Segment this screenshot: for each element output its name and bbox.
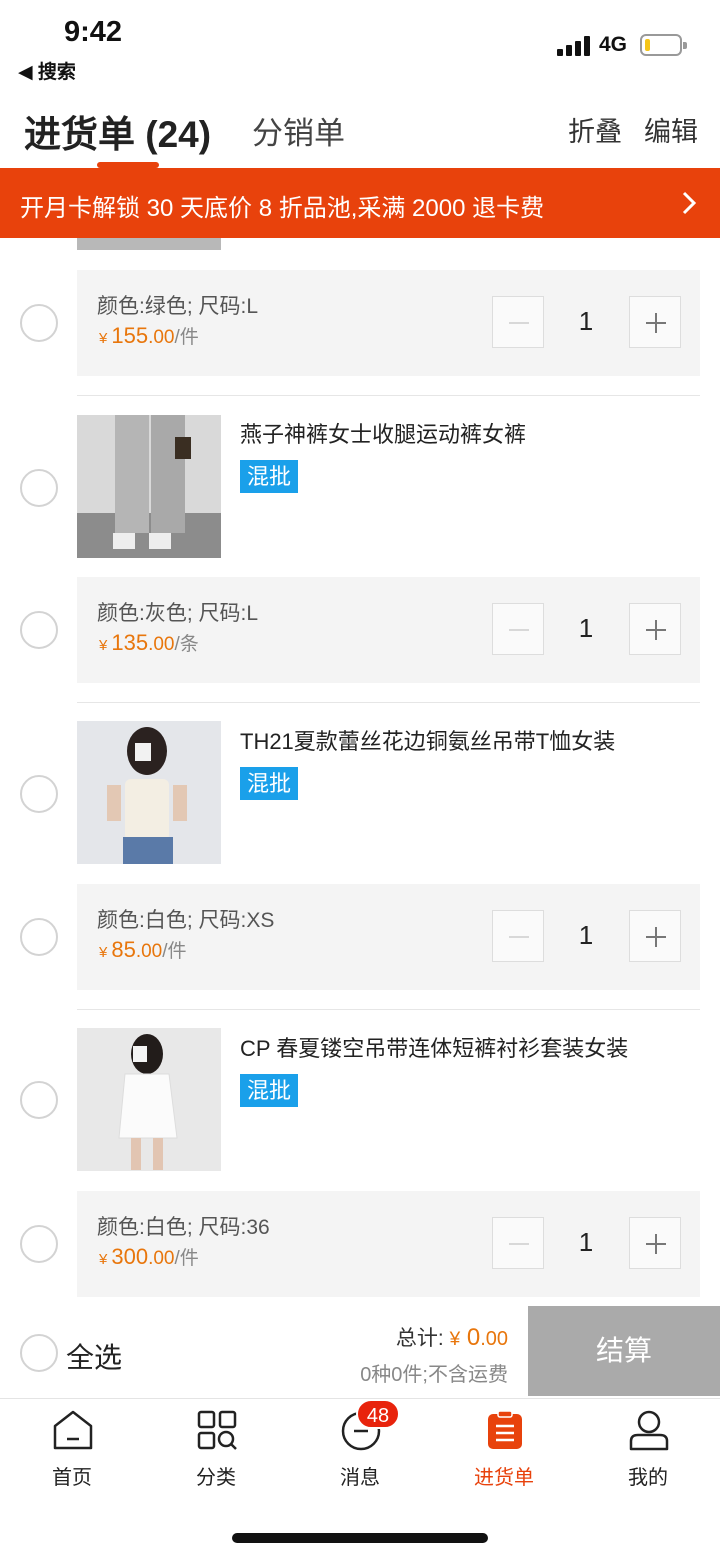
product-image[interactable] bbox=[77, 1028, 221, 1171]
mixed-batch-badge: 混批 bbox=[240, 460, 298, 493]
product-image[interactable] bbox=[77, 415, 221, 558]
sku-select-radio[interactable] bbox=[20, 611, 58, 649]
signal-icon bbox=[557, 36, 591, 56]
purchase-list-icon bbox=[488, 1410, 522, 1449]
edit-button[interactable]: 编辑 bbox=[644, 110, 698, 149]
quantity-decrease-button[interactable] bbox=[492, 910, 544, 962]
quantity-increase-button[interactable] bbox=[629, 910, 681, 962]
category-icon bbox=[197, 1410, 237, 1450]
chevron-right-icon bbox=[682, 191, 697, 215]
product-title[interactable]: 燕子神裤女士收腿运动裤女裤 bbox=[240, 417, 526, 449]
battery-icon bbox=[640, 34, 687, 56]
quantity-value[interactable]: 1 bbox=[549, 306, 623, 337]
sku-price: ¥135.00/条 bbox=[99, 630, 199, 655]
product-title[interactable]: CP 春夏镂空吊带连体短裤衬衫套装女装 bbox=[240, 1031, 628, 1063]
sku-row: 颜色:灰色; 尺码:L ¥135.00/条 1 bbox=[77, 577, 700, 683]
tab-home[interactable]: 首页 bbox=[0, 1399, 144, 1499]
sku-spec: 颜色:灰色; 尺码:L bbox=[97, 602, 259, 625]
tab-distribution-list[interactable]: 分销单 bbox=[252, 108, 345, 153]
home-indicator[interactable] bbox=[232, 1533, 488, 1543]
mixed-batch-badge: 混批 bbox=[240, 767, 298, 800]
fold-button[interactable]: 折叠 bbox=[568, 110, 622, 149]
product-select-radio[interactable] bbox=[20, 1081, 58, 1119]
checkout-bar: 全选 总计: ¥ 0.00 0种0件;不含运费 结算 bbox=[0, 1306, 720, 1398]
sku-select-radio[interactable] bbox=[20, 304, 58, 342]
quantity-value[interactable]: 1 bbox=[549, 920, 623, 951]
product-select-radio[interactable] bbox=[20, 469, 58, 507]
tab-purchase-list[interactable]: 进货单 (24) bbox=[24, 104, 211, 158]
quantity-increase-button[interactable] bbox=[629, 1217, 681, 1269]
page-header: 进货单 (24) 分销单 折叠 编辑 bbox=[0, 90, 720, 168]
quantity-value[interactable]: 1 bbox=[549, 613, 623, 644]
home-icon bbox=[53, 1410, 93, 1450]
profile-icon bbox=[629, 1410, 669, 1451]
sku-price: ¥85.00/件 bbox=[99, 937, 187, 962]
quantity-decrease-button[interactable] bbox=[492, 603, 544, 655]
tab-profile[interactable]: 我的 bbox=[576, 1399, 720, 1499]
message-count-badge: 48 bbox=[356, 1399, 400, 1429]
network-type: 4G bbox=[599, 33, 628, 56]
total-amount: 总计: ¥ 0.00 bbox=[395, 1324, 508, 1351]
sku-price: ¥300.00/件 bbox=[99, 1244, 199, 1269]
sku-select-radio[interactable] bbox=[20, 918, 58, 956]
divider bbox=[77, 395, 700, 396]
back-to-search-link[interactable]: ◀ 搜索 bbox=[18, 57, 76, 84]
sku-spec: 颜色:白色; 尺码:36 bbox=[97, 1216, 270, 1239]
divider bbox=[77, 1009, 700, 1010]
product-title[interactable]: TH21夏款蕾丝花边铜氨丝吊带T恤女装 bbox=[240, 724, 615, 756]
tab-purchase-list[interactable]: 进货单 bbox=[432, 1399, 576, 1499]
divider bbox=[77, 702, 700, 703]
total-summary: 0种0件;不含运费 bbox=[360, 1364, 508, 1386]
tab-category[interactable]: 分类 bbox=[144, 1399, 288, 1499]
promo-banner[interactable]: 开月卡解锁 30 天底价 8 折品池,采满 2000 退卡费 bbox=[0, 168, 720, 238]
select-all-radio[interactable] bbox=[20, 1334, 58, 1372]
sku-row: 颜色:白色; 尺码:XS ¥85.00/件 1 bbox=[77, 884, 700, 990]
promo-banner-text: 开月卡解锁 30 天底价 8 折品池,采满 2000 退卡费 bbox=[20, 195, 545, 222]
status-time: 9:42 bbox=[64, 16, 123, 48]
sku-row: 颜色:绿色; 尺码:L ¥155.00/件 1 bbox=[77, 270, 700, 376]
mixed-batch-badge: 混批 bbox=[240, 1074, 298, 1107]
sku-select-radio[interactable] bbox=[20, 1225, 58, 1263]
quantity-decrease-button[interactable] bbox=[492, 296, 544, 348]
checkout-button[interactable]: 结算 bbox=[528, 1306, 720, 1396]
cart-list[interactable]: 颜色:绿色; 尺码:L ¥155.00/件 1 燕子神裤女士收腿运动裤女裤 混批… bbox=[0, 238, 720, 1306]
status-bar: 9:42 ◀ 搜索 4G bbox=[0, 0, 720, 90]
product-select-radio[interactable] bbox=[20, 775, 58, 813]
sku-row: 颜色:白色; 尺码:36 ¥300.00/件 1 bbox=[77, 1191, 700, 1297]
quantity-increase-button[interactable] bbox=[629, 603, 681, 655]
sku-spec: 颜色:白色; 尺码:XS bbox=[97, 909, 275, 932]
quantity-decrease-button[interactable] bbox=[492, 1217, 544, 1269]
quantity-value[interactable]: 1 bbox=[549, 1227, 623, 1258]
product-image[interactable] bbox=[77, 721, 221, 864]
select-all-label[interactable]: 全选 bbox=[66, 1336, 122, 1376]
product-image bbox=[77, 238, 221, 250]
sku-spec: 颜色:绿色; 尺码:L bbox=[97, 295, 259, 318]
quantity-increase-button[interactable] bbox=[629, 296, 681, 348]
sku-price: ¥155.00/件 bbox=[99, 323, 199, 348]
